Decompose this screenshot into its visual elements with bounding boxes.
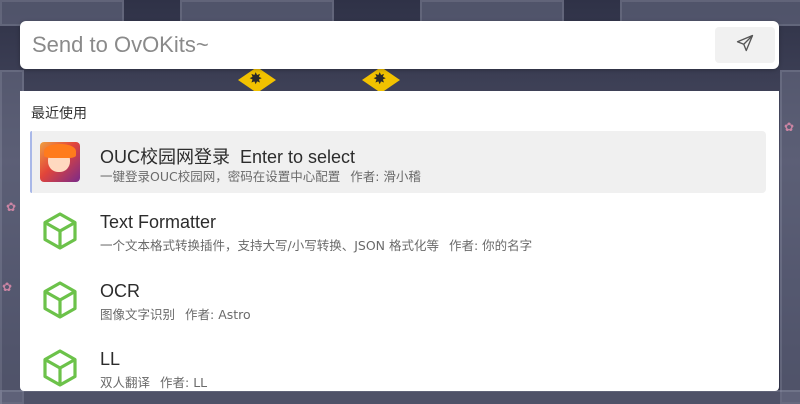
anime-avatar-icon xyxy=(40,142,80,182)
result-item-name: OCR xyxy=(100,281,140,301)
result-item-text-formatter[interactable]: Text Formatter 一个文本格式转换插件，支持大写/小写转换、JSON… xyxy=(30,200,766,262)
cube-icon xyxy=(40,348,80,388)
section-title: 最近使用 xyxy=(31,106,87,122)
search-bar xyxy=(20,21,779,69)
result-item-description: 一个文本格式转换插件，支持大写/小写转换、JSON 格式化等 xyxy=(100,238,439,253)
result-item-name: Text Formatter xyxy=(100,212,217,232)
result-item-author: 作者: 滑小稽 xyxy=(350,169,421,184)
result-item-description: 一键登录OUC校园网，密码在设置中心配置 xyxy=(100,169,341,184)
cube-icon xyxy=(40,280,80,320)
enter-to-select-hint: Enter to select xyxy=(240,147,356,167)
hazard-icon xyxy=(238,67,276,93)
search-input[interactable] xyxy=(32,28,712,62)
send-button[interactable] xyxy=(715,27,775,63)
result-item-ouc-login[interactable]: OUC校园网登录 Enter to select 一键登录OUC校园网，密码在设置… xyxy=(30,131,766,193)
result-item-ll[interactable]: LL 双人翻译 作者: LL xyxy=(30,337,766,391)
result-item-author: 作者: Astro xyxy=(185,307,251,322)
result-item-description: 图像文字识别 xyxy=(100,307,176,322)
cube-icon xyxy=(40,211,80,251)
result-item-description: 双人翻译 xyxy=(100,375,151,390)
result-item-name: LL xyxy=(100,349,121,369)
result-item-author: 作者: LL xyxy=(160,375,208,390)
result-item-ocr[interactable]: OCR 图像文字识别 作者: Astro xyxy=(30,269,766,331)
hazard-icon xyxy=(362,67,400,93)
result-item-author: 作者: 你的名字 xyxy=(449,238,533,253)
result-item-name: OUC校园网登录 xyxy=(100,147,230,167)
paper-plane-icon xyxy=(735,33,755,57)
results-panel: 最近使用 OUC校园网登录 Enter to select 一键登录OUC校园网，… xyxy=(20,91,779,391)
